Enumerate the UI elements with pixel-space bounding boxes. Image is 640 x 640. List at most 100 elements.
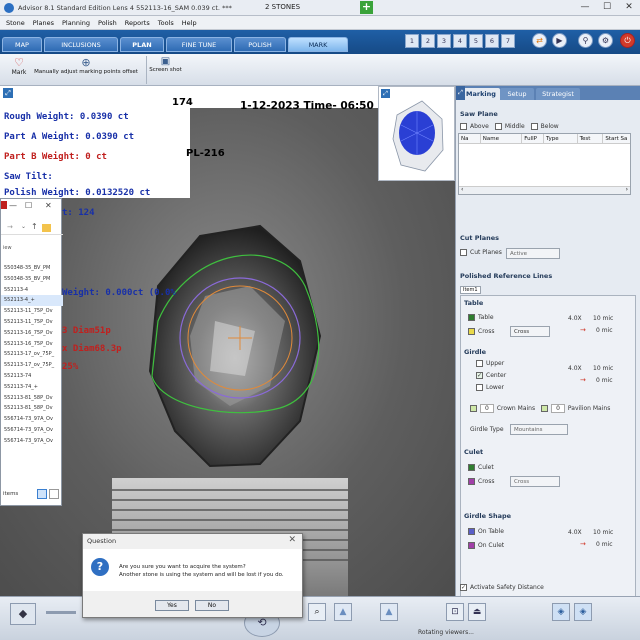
power-icon[interactable]: ⏻: [620, 33, 635, 48]
on-culet-color-swatch[interactable]: [468, 542, 475, 549]
explorer-maximize-icon[interactable]: ☐: [25, 201, 32, 210]
layout-button-1[interactable]: 1: [405, 34, 419, 48]
layout-button-2[interactable]: 2: [421, 34, 435, 48]
tab-inclusions[interactable]: INCLUSIONS: [44, 37, 118, 52]
pavilion-mains-swatch[interactable]: [541, 405, 549, 412]
explorer-file-item[interactable]: 552113-4: [1, 285, 63, 296]
explorer-file-item[interactable]: 552113-4_+: [1, 295, 63, 307]
link-icon[interactable]: ⚲: [578, 33, 593, 48]
cross-color-swatch[interactable]: [468, 328, 475, 335]
menu-item-planning[interactable]: Planning: [62, 19, 90, 27]
layout-button-6[interactable]: 6: [485, 34, 499, 48]
layout-button-3[interactable]: 3: [437, 34, 451, 48]
explorer-file-item[interactable]: 552113-16_75P_Ov: [1, 328, 63, 339]
menu-item-tools[interactable]: Tools: [158, 19, 174, 27]
details-view-icon[interactable]: [37, 489, 47, 499]
explorer-file-item[interactable]: 552113-17_ov_75P_: [1, 360, 63, 371]
screenshot-button[interactable]: ▣ Screen shot: [146, 56, 184, 84]
explorer-file-item[interactable]: 550348-35_BV_PM: [1, 274, 63, 285]
camera-viewer[interactable]: ⤢ 174 1-12-2023 Time- 06:50 Rough Weight…: [0, 86, 455, 596]
menu-item-reports[interactable]: Reports: [125, 19, 150, 27]
explorer-file-item[interactable]: 556714-73_97A_Ov: [1, 425, 63, 436]
lower-checkbox[interactable]: [476, 384, 483, 391]
scroll-left-icon[interactable]: ‹: [461, 186, 463, 193]
table-offset-arrow-icon[interactable]: →: [580, 326, 586, 334]
above-checkbox[interactable]: [460, 123, 467, 130]
tab-fine-tune[interactable]: FINE TUNE: [166, 37, 232, 52]
menu-item-polish[interactable]: Polish: [98, 19, 117, 27]
tab-setup[interactable]: Setup: [500, 88, 534, 100]
item-tab[interactable]: Item1: [460, 286, 481, 294]
view-mode-icon-2[interactable]: ▲: [380, 603, 398, 621]
cut-planes-select[interactable]: Active: [506, 248, 560, 259]
explorer-file-item[interactable]: 552113-11_75P_Ov: [1, 317, 63, 328]
table-color-swatch[interactable]: [468, 314, 475, 321]
on-table-color-swatch[interactable]: [468, 528, 475, 535]
explorer-file-item[interactable]: 552113-11_75P_Ov: [1, 306, 63, 317]
close-button[interactable]: ✕: [620, 2, 638, 14]
nav-left-icon[interactable]: ◈: [552, 603, 570, 621]
tab-plan[interactable]: PLAN: [120, 37, 164, 52]
swap-icon[interactable]: ⇄: [532, 33, 547, 48]
cross-select[interactable]: Cross: [510, 326, 550, 337]
explorer-file-item[interactable]: 552113-81_58P_Ov: [1, 403, 63, 414]
stone-3d-thumbnail[interactable]: ⤢: [378, 86, 455, 181]
crown-mains-swatch[interactable]: [470, 405, 477, 412]
culet-color-swatch[interactable]: [468, 464, 475, 471]
nav-right-icon[interactable]: ◈: [574, 603, 592, 621]
tab-polish[interactable]: POLISH: [234, 37, 286, 52]
below-checkbox[interactable]: [530, 123, 538, 130]
capture-icon[interactable]: ⊡: [446, 603, 464, 621]
play-icon[interactable]: ▶: [552, 33, 567, 48]
explorer-file-item[interactable]: 552113-16_75P_Ov: [1, 339, 63, 350]
saw-plane-scrollbar[interactable]: ‹ ›: [459, 186, 630, 194]
tab-mark[interactable]: MARK: [288, 37, 348, 52]
menu-item-help[interactable]: Help: [182, 19, 197, 27]
minimize-button[interactable]: —: [576, 2, 594, 14]
explorer-close-icon[interactable]: ✕: [45, 201, 52, 210]
view-mode-icon-1[interactable]: ▲: [334, 603, 352, 621]
chevron-down-icon[interactable]: ⌄: [21, 223, 26, 230]
settings-gear-icon[interactable]: ⚙: [598, 33, 613, 48]
plus-icon[interactable]: +: [360, 1, 373, 14]
explorer-file-item[interactable]: 550348-35_BV_PM: [1, 263, 63, 274]
girdle-type-select[interactable]: Mountains: [510, 424, 568, 435]
saw-plane-table[interactable]: Na Name FullP Type Test Start Sa ‹ ›: [458, 133, 631, 195]
layout-button-4[interactable]: 4: [453, 34, 467, 48]
scroll-right-icon[interactable]: ›: [626, 186, 628, 193]
zoom-slider[interactable]: [46, 611, 76, 614]
layout-button-7[interactable]: 7: [501, 34, 515, 48]
explorer-file-item[interactable]: 556714-73_97A_Ov: [1, 414, 63, 425]
no-button[interactable]: No: [195, 600, 229, 611]
center-checkbox[interactable]: ✓: [476, 372, 483, 379]
stone-view-icon[interactable]: ◆: [10, 603, 36, 625]
culet-cross-select[interactable]: Cross: [510, 476, 560, 487]
tab-map[interactable]: MAP: [2, 37, 42, 52]
panel-expand-icon[interactable]: ⤢: [456, 86, 465, 100]
culet-cross-color-swatch[interactable]: [468, 478, 475, 485]
explorer-file-item[interactable]: 552113-81_58P_Ov: [1, 393, 63, 404]
menu-item-planes[interactable]: Planes: [33, 19, 54, 27]
dialog-close-icon[interactable]: ✕: [288, 535, 296, 545]
tiles-view-icon[interactable]: [49, 489, 59, 499]
shape-offset-arrow-icon[interactable]: →: [580, 540, 586, 548]
explorer-file-item[interactable]: 552113-74: [1, 371, 63, 382]
mark-button[interactable]: ♡ Mark: [6, 56, 32, 84]
upper-checkbox[interactable]: [476, 360, 483, 367]
explorer-minimize-icon[interactable]: —: [9, 201, 17, 210]
cut-planes-checkbox[interactable]: [460, 249, 467, 256]
explorer-file-item[interactable]: 552113-17_ov_75P_: [1, 349, 63, 360]
safety-distance-checkbox[interactable]: ✓: [460, 584, 467, 591]
up-arrow-icon[interactable]: ↑: [31, 222, 38, 231]
layout-button-5[interactable]: 5: [469, 34, 483, 48]
tab-marking[interactable]: Marking: [462, 88, 500, 100]
zoom-region-icon[interactable]: ⌕: [308, 603, 326, 621]
girdle-offset-arrow-icon[interactable]: →: [580, 376, 586, 384]
maximize-button[interactable]: ☐: [598, 2, 616, 14]
middle-checkbox[interactable]: [494, 123, 502, 130]
back-arrow-icon[interactable]: →: [7, 223, 13, 231]
yes-button[interactable]: Yes: [155, 600, 189, 611]
explorer-file-item[interactable]: 556714-73_97A_Ov: [1, 436, 63, 447]
explorer-file-item[interactable]: 552113-74_+: [1, 382, 63, 393]
menu-item-stone[interactable]: Stone: [6, 19, 25, 27]
